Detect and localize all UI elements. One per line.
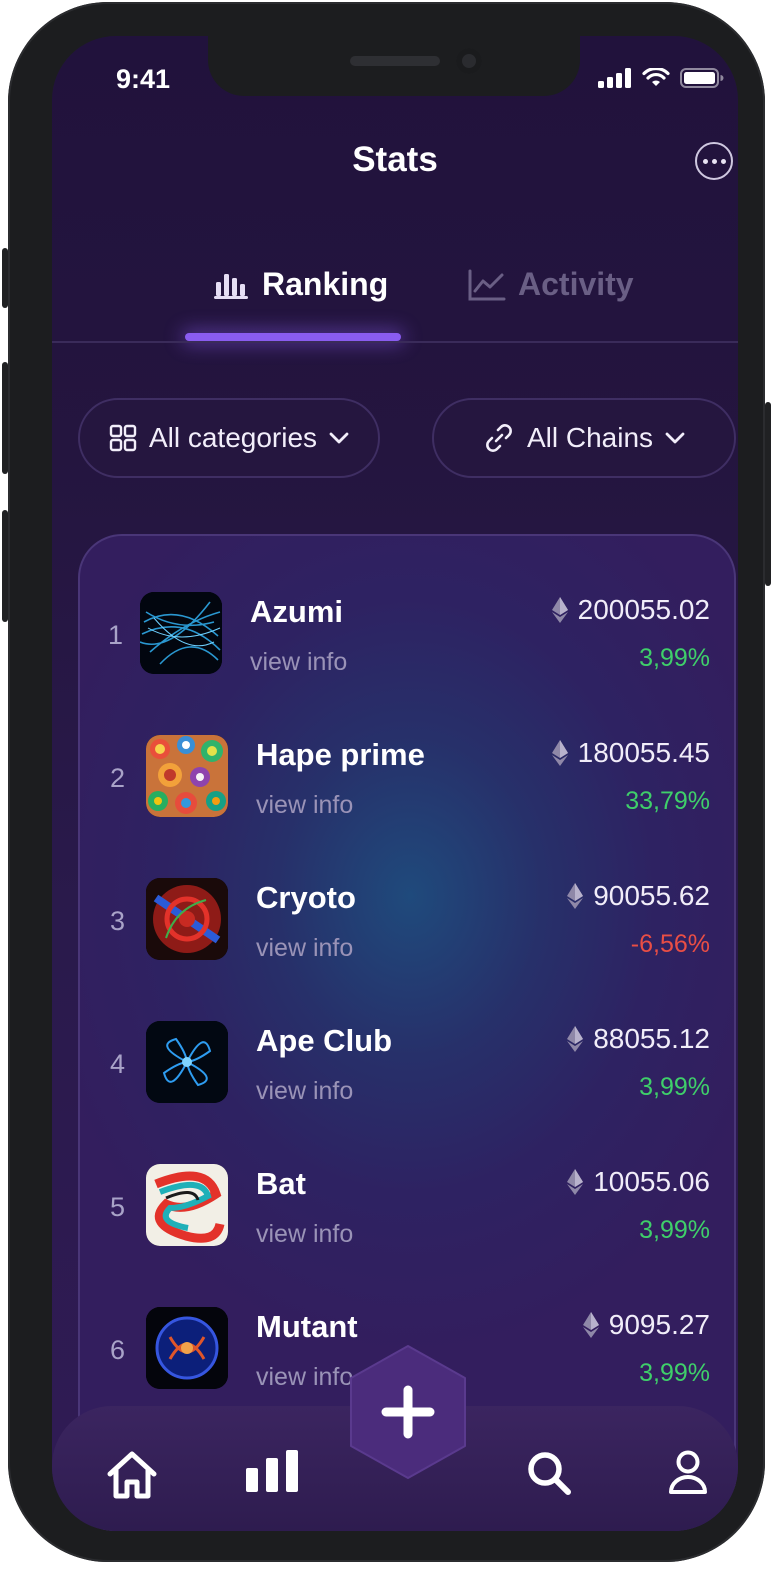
more-options-button[interactable] (695, 142, 733, 180)
status-time: 9:41 (116, 64, 171, 94)
rank-number: 2 (110, 763, 126, 793)
collection-name: Hape prime (256, 737, 425, 772)
price-value: 200055.02 (577, 594, 710, 625)
add-button[interactable] (345, 1342, 471, 1482)
collection-avatar (146, 735, 228, 817)
view-info-link[interactable]: view info (256, 791, 353, 820)
price-value: 90055.62 (593, 880, 710, 911)
collection-name: Bat (256, 1166, 306, 1201)
ranking-row[interactable]: 1 Azumi view info 200055.02 3,99% (80, 572, 738, 714)
collection-avatar (146, 1164, 228, 1246)
price: 180055.45 (551, 737, 710, 769)
price-value: 88055.12 (593, 1023, 710, 1054)
silent-switch (2, 248, 8, 308)
ranking-row[interactable]: 2 Hape prime view info 180055.45 33,79% (80, 715, 738, 857)
volume-down-button (2, 510, 8, 622)
phone-frame: 9:41 Stats Ranking Activity All categori… (2, 2, 771, 1562)
ethereum-icon (551, 597, 568, 623)
collection-avatar (140, 592, 222, 674)
profile-icon[interactable] (668, 1450, 708, 1494)
screen: 9:41 Stats Ranking Activity All categori… (52, 36, 738, 1531)
category-filter-dropdown[interactable]: All categories (78, 398, 380, 478)
collection-name: Mutant (256, 1309, 358, 1344)
status-icons (598, 68, 724, 88)
ethereum-icon (567, 1169, 584, 1195)
price: 88055.12 (567, 1023, 710, 1055)
collection-avatar (146, 1021, 228, 1103)
power-button (765, 402, 771, 586)
view-info-link[interactable]: view info (250, 648, 347, 677)
page-title: Stats (352, 140, 438, 179)
collection-avatar (146, 878, 228, 960)
more-dot-icon (702, 158, 708, 164)
collection-name: Cryoto (256, 880, 356, 915)
price: 90055.62 (567, 880, 710, 912)
price-change: 33,79% (625, 787, 710, 815)
category-filter-label: All categories (148, 422, 318, 453)
price-value: 9095.27 (608, 1309, 710, 1340)
collection-name: Azumi (250, 594, 343, 629)
price-change: 3,99% (639, 1216, 710, 1244)
price-change: 3,99% (639, 644, 710, 672)
rank-number: 6 (110, 1335, 126, 1365)
price: 9095.27 (582, 1309, 710, 1341)
speaker (350, 56, 440, 66)
ethereum-icon (567, 1026, 584, 1052)
view-info-link[interactable]: view info (256, 934, 353, 963)
collection-name: Ape Club (256, 1023, 393, 1058)
grid-icon (109, 424, 137, 452)
chevron-down-icon (665, 432, 685, 444)
collection-avatar (146, 1307, 228, 1389)
tab-activity[interactable]: Activity (468, 266, 634, 303)
ethereum-icon (567, 883, 584, 909)
link-icon (486, 424, 512, 452)
ranking-row[interactable]: 3 Cryoto view info 90055.62 -6,56% (80, 858, 738, 1000)
volume-up-button (2, 362, 8, 474)
line-chart-icon (468, 269, 506, 300)
view-info-link[interactable]: view info (256, 1363, 353, 1392)
view-info-link[interactable]: view info (256, 1220, 353, 1249)
tab-bar: Ranking Activity (52, 266, 738, 342)
wifi-icon (642, 68, 670, 86)
price-change: -6,56% (630, 930, 710, 958)
ethereum-icon (551, 740, 568, 766)
price-value: 10055.06 (593, 1166, 710, 1197)
cellular-signal-icon (598, 68, 631, 88)
tab-activity-label: Activity (518, 266, 634, 302)
more-dot-icon (720, 158, 726, 164)
rank-number: 4 (110, 1049, 126, 1079)
chain-filter-label: All Chains (526, 422, 654, 453)
price-change: 3,99% (639, 1359, 710, 1387)
price-change: 3,99% (639, 1073, 710, 1101)
tab-divider (52, 341, 738, 343)
ranking-row[interactable]: 4 Ape Club view info 88055.12 3,99% (80, 1001, 738, 1143)
stats-icon[interactable] (246, 1450, 298, 1492)
rank-number: 5 (110, 1192, 126, 1222)
price: 200055.02 (551, 594, 710, 626)
home-icon[interactable] (104, 1450, 160, 1500)
battery-icon (680, 68, 724, 88)
price: 10055.06 (567, 1166, 710, 1198)
tab-ranking[interactable]: Ranking (214, 266, 388, 303)
ethereum-icon (582, 1312, 599, 1338)
rank-number: 1 (108, 620, 124, 650)
view-info-link[interactable]: view info (256, 1077, 353, 1106)
price-value: 180055.45 (577, 737, 710, 768)
camera (456, 48, 482, 74)
chevron-down-icon (329, 432, 349, 444)
ranking-row[interactable]: 5 Bat view info 10055.06 3,99% (80, 1144, 738, 1286)
tab-ranking-label: Ranking (262, 266, 389, 302)
chain-filter-dropdown[interactable]: All Chains (432, 398, 736, 478)
more-dot-icon (711, 158, 717, 164)
active-tab-indicator (185, 333, 401, 341)
search-icon[interactable] (526, 1450, 572, 1496)
bar-chart-icon (214, 273, 248, 299)
notch (208, 36, 580, 96)
rank-number: 3 (110, 906, 126, 936)
